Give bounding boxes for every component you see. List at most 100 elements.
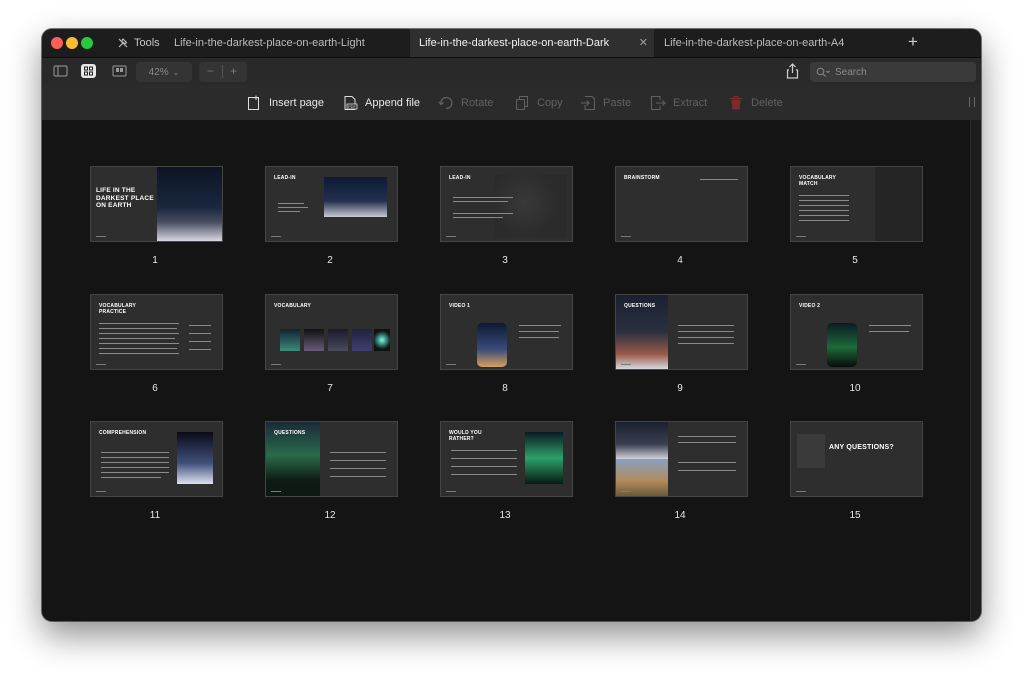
tab-light[interactable]: Life-in-the-darkest-place-on-earth-Light: [170, 29, 409, 57]
slide-text-line: [451, 450, 517, 451]
slide-title: QUESTIONS: [624, 303, 656, 309]
copy-icon: [514, 95, 530, 111]
page-thumbnail[interactable]: WOULD YOU RATHER?: [440, 421, 573, 497]
app-window: Tools Life-in-the-darkest-place-on-earth…: [42, 29, 981, 621]
slide-text-line: [678, 462, 736, 463]
page-thumbnail[interactable]: [615, 421, 748, 497]
new-tab-button[interactable]: +: [908, 33, 918, 51]
copy-button[interactable]: Copy: [514, 85, 563, 120]
slide-text-line: [101, 477, 161, 478]
action-label: Rotate: [461, 96, 494, 109]
slide-footer: [271, 364, 281, 365]
append-file-button[interactable]: PDF Append file: [342, 85, 420, 120]
rotate-icon: [438, 95, 454, 111]
page-view-icon[interactable]: [112, 64, 127, 78]
share-icon[interactable]: [786, 63, 799, 79]
slide-title: BRAINSTORM: [624, 175, 660, 181]
slide-text-line: [799, 200, 849, 201]
zoom-select[interactable]: 42% ⌄: [136, 62, 192, 82]
page-number: 2: [327, 255, 333, 266]
slide-text-line: [99, 323, 179, 324]
insert-page-icon: [246, 95, 262, 111]
close-tab-icon[interactable]: ✕: [639, 36, 648, 49]
slide-text-line: [278, 211, 300, 212]
slide-text-line: [678, 470, 736, 471]
minimize-window-button[interactable]: [66, 37, 78, 49]
page-thumbnail[interactable]: QUESTIONS: [265, 421, 398, 497]
slide-text-line: [453, 201, 508, 202]
tools-button[interactable]: Tools: [117, 29, 160, 57]
slide-text-line: [519, 325, 561, 326]
page-number: 1: [152, 255, 158, 266]
slide-footer: [271, 491, 281, 492]
page-number: 13: [499, 510, 511, 521]
slide-text-line: [451, 474, 517, 475]
page-thumbnail[interactable]: LEAD-IN: [440, 166, 573, 242]
slide-footer: [796, 491, 806, 492]
vertical-scrollbar[interactable]: [970, 120, 981, 621]
tab-dark[interactable]: Life-in-the-darkest-place-on-earth-Dark …: [410, 29, 654, 57]
page-number: 12: [324, 510, 336, 521]
page-thumbnail[interactable]: BRAINSTORM: [615, 166, 748, 242]
slide-text-line: [678, 325, 734, 326]
overflow-handle[interactable]: [969, 97, 975, 107]
slide-text-line: [451, 458, 517, 459]
page-number: 14: [674, 510, 686, 521]
slide-text-line: [519, 331, 559, 332]
slide-text-line: [101, 467, 169, 468]
page-thumbnail[interactable]: VOCABULARY: [265, 294, 398, 370]
search-placeholder: Search: [835, 66, 867, 78]
tab-bar: Tools Life-in-the-darkest-place-on-earth…: [42, 29, 981, 58]
page-thumbnail[interactable]: ANY QUESTIONS?: [790, 421, 923, 497]
slide-footer: [796, 364, 806, 365]
toolbar: 42% ⌄ − + Search: [42, 58, 981, 85]
slide-text-line: [278, 207, 308, 208]
delete-button[interactable]: Delete: [728, 85, 783, 120]
slide-text-line: [101, 462, 169, 463]
slide-text-line: [678, 337, 734, 338]
sidebar-toggle-icon[interactable]: [53, 64, 68, 78]
slide-text-line: [99, 353, 179, 354]
zoom-window-button[interactable]: [81, 37, 93, 49]
tab-a4[interactable]: Life-in-the-darkest-place-on-earth-A4: [655, 29, 895, 57]
zoom-in-button[interactable]: +: [230, 64, 237, 78]
page-thumbnail[interactable]: VOCABULARY PRACTICE: [90, 294, 223, 370]
insert-page-button[interactable]: Insert page: [246, 85, 324, 120]
slide-text-line: [330, 476, 386, 477]
page-number: 15: [849, 510, 861, 521]
slide-text-line: [99, 333, 179, 334]
search-input[interactable]: Search: [810, 62, 976, 82]
paste-button[interactable]: Paste: [580, 85, 631, 120]
page-thumbnail[interactable]: COMPREHENSION: [90, 421, 223, 497]
slide-text-line: [99, 348, 177, 349]
close-window-button[interactable]: [51, 37, 63, 49]
delete-icon: [728, 95, 744, 111]
slide-text-line: [678, 331, 734, 332]
slide-text-line: [678, 436, 736, 437]
slide-title: VOCABULARY MATCH: [799, 175, 837, 187]
slide-footer: [796, 236, 806, 237]
page-thumbnail[interactable]: LEAD-IN: [265, 166, 398, 242]
page-thumbnail[interactable]: VOCABULARY MATCH: [790, 166, 923, 242]
rotate-button[interactable]: Rotate: [438, 85, 493, 120]
slide-text-line: [189, 349, 211, 350]
slide-image: [495, 175, 567, 237]
slide-text-line: [330, 452, 386, 453]
slide-title: QUESTIONS: [274, 430, 306, 436]
page-thumbnail[interactable]: LIFE IN THE DARKEST PLACE ON EARTH: [90, 166, 223, 242]
grid-view-button[interactable]: [81, 64, 96, 78]
action-label: Extract: [673, 96, 708, 109]
slide-text-line: [330, 460, 386, 461]
zoom-out-button[interactable]: −: [207, 64, 214, 78]
zoom-controls: − +: [199, 62, 247, 82]
page-thumbnail[interactable]: VIDEO 2: [790, 294, 923, 370]
page-thumbnail[interactable]: QUESTIONS: [615, 294, 748, 370]
page-thumbnail[interactable]: VIDEO 1: [440, 294, 573, 370]
append-file-icon: PDF: [342, 95, 358, 111]
slide-footer: [621, 236, 631, 237]
slide-image: [328, 329, 348, 351]
slide-title: ANY QUESTIONS?: [829, 444, 894, 451]
slide-text-line: [869, 331, 909, 332]
slide-title: VOCABULARY: [274, 303, 312, 309]
extract-button[interactable]: Extract: [650, 85, 707, 120]
